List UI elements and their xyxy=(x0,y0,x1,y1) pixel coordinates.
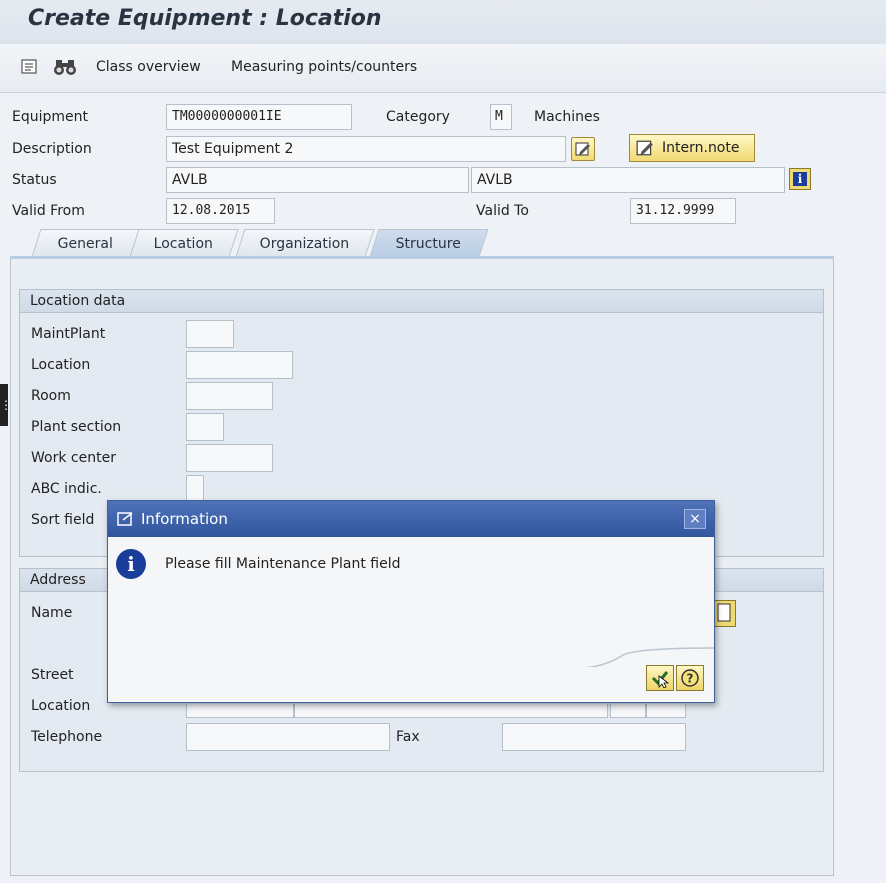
description-field[interactable]: Test Equipment 2 xyxy=(166,136,566,162)
tab-structure[interactable]: Structure xyxy=(369,229,489,257)
city-field[interactable] xyxy=(294,704,608,718)
valid-from-field[interactable]: 12.08.2015 xyxy=(166,198,275,224)
dialog-message: Please fill Maintenance Plant field xyxy=(165,556,401,572)
maint-plant-field[interactable] xyxy=(186,320,234,348)
close-button[interactable]: × xyxy=(684,509,706,529)
checkmark-icon xyxy=(651,671,670,688)
intern-note-label: Intern.note xyxy=(662,140,740,156)
status-label: Status xyxy=(12,172,57,188)
class-overview-button[interactable]: Class overview xyxy=(96,59,201,75)
window-icon xyxy=(117,512,133,526)
equipment-label: Equipment xyxy=(12,109,88,125)
street-label: Street xyxy=(31,667,74,683)
fax-field[interactable] xyxy=(502,723,686,751)
help-button[interactable]: ? xyxy=(676,665,704,691)
plant-section-field[interactable] xyxy=(186,413,224,441)
status-field-2: AVLB xyxy=(471,167,785,193)
svg-text:?: ? xyxy=(687,672,694,686)
close-icon: × xyxy=(689,511,701,527)
category-label: Category xyxy=(386,109,450,125)
postal-code-field[interactable] xyxy=(186,704,294,718)
location-data-title: Location data xyxy=(20,290,823,313)
room-label: Room xyxy=(31,388,71,404)
edit-icon xyxy=(575,142,590,156)
room-field[interactable] xyxy=(186,382,273,410)
work-center-label: Work center xyxy=(31,450,116,466)
telephone-field[interactable] xyxy=(186,723,390,751)
maint-plant-label: MaintPlant xyxy=(31,326,106,342)
location-field[interactable] xyxy=(186,351,293,379)
work-center-field[interactable] xyxy=(186,444,273,472)
valid-to-field[interactable]: 31.12.9999 xyxy=(630,198,736,224)
edit-text-button[interactable] xyxy=(571,137,595,161)
tab-location[interactable]: Location xyxy=(129,229,239,257)
region-field[interactable] xyxy=(646,704,686,718)
equipment-field[interactable]: TM0000000001IE xyxy=(166,104,352,130)
intern-note-button[interactable]: Intern.note xyxy=(629,134,755,162)
valid-from-label: Valid From xyxy=(12,203,85,219)
name-label: Name xyxy=(31,605,73,621)
edit-note-icon xyxy=(636,140,653,156)
list-icon[interactable] xyxy=(20,58,40,76)
measuring-points-button[interactable]: Measuring points/counters xyxy=(231,59,417,75)
telephone-label: Telephone xyxy=(31,729,103,745)
tab-organization[interactable]: Organization xyxy=(235,229,375,257)
information-icon: i xyxy=(116,549,146,579)
continue-button[interactable] xyxy=(646,665,674,691)
category-field[interactable]: M xyxy=(490,104,512,130)
dialog-title-bar[interactable]: Information × xyxy=(108,501,714,537)
country-field[interactable] xyxy=(610,704,646,718)
information-dialog: Information × i Please fill Maintenance … xyxy=(107,500,715,703)
document-icon xyxy=(717,603,731,622)
status-field: AVLB xyxy=(166,167,469,193)
abc-indic-field[interactable] xyxy=(186,475,204,503)
side-handle[interactable]: ⋮ xyxy=(0,384,12,426)
valid-to-label: Valid To xyxy=(476,203,529,219)
abc-indic-label: ABC indic. xyxy=(31,481,102,497)
page-title: Create Equipment : Location xyxy=(28,6,382,31)
location-label: Location xyxy=(31,357,91,373)
help-icon: ? xyxy=(681,669,699,687)
status-info-button[interactable]: i xyxy=(789,168,811,190)
dialog-title: Information xyxy=(141,510,228,528)
binoculars-icon[interactable] xyxy=(53,57,77,77)
plant-section-label: Plant section xyxy=(31,419,122,435)
sort-field-label: Sort field xyxy=(31,512,95,528)
address-detail-button[interactable] xyxy=(712,600,736,627)
tab-general[interactable]: General xyxy=(31,229,141,257)
category-text: Machines xyxy=(534,109,600,125)
info-icon: i xyxy=(793,172,807,186)
fax-label: Fax xyxy=(396,729,420,745)
address-location-label: Location xyxy=(31,698,91,714)
description-label: Description xyxy=(12,141,92,157)
dialog-separator xyxy=(584,647,714,667)
